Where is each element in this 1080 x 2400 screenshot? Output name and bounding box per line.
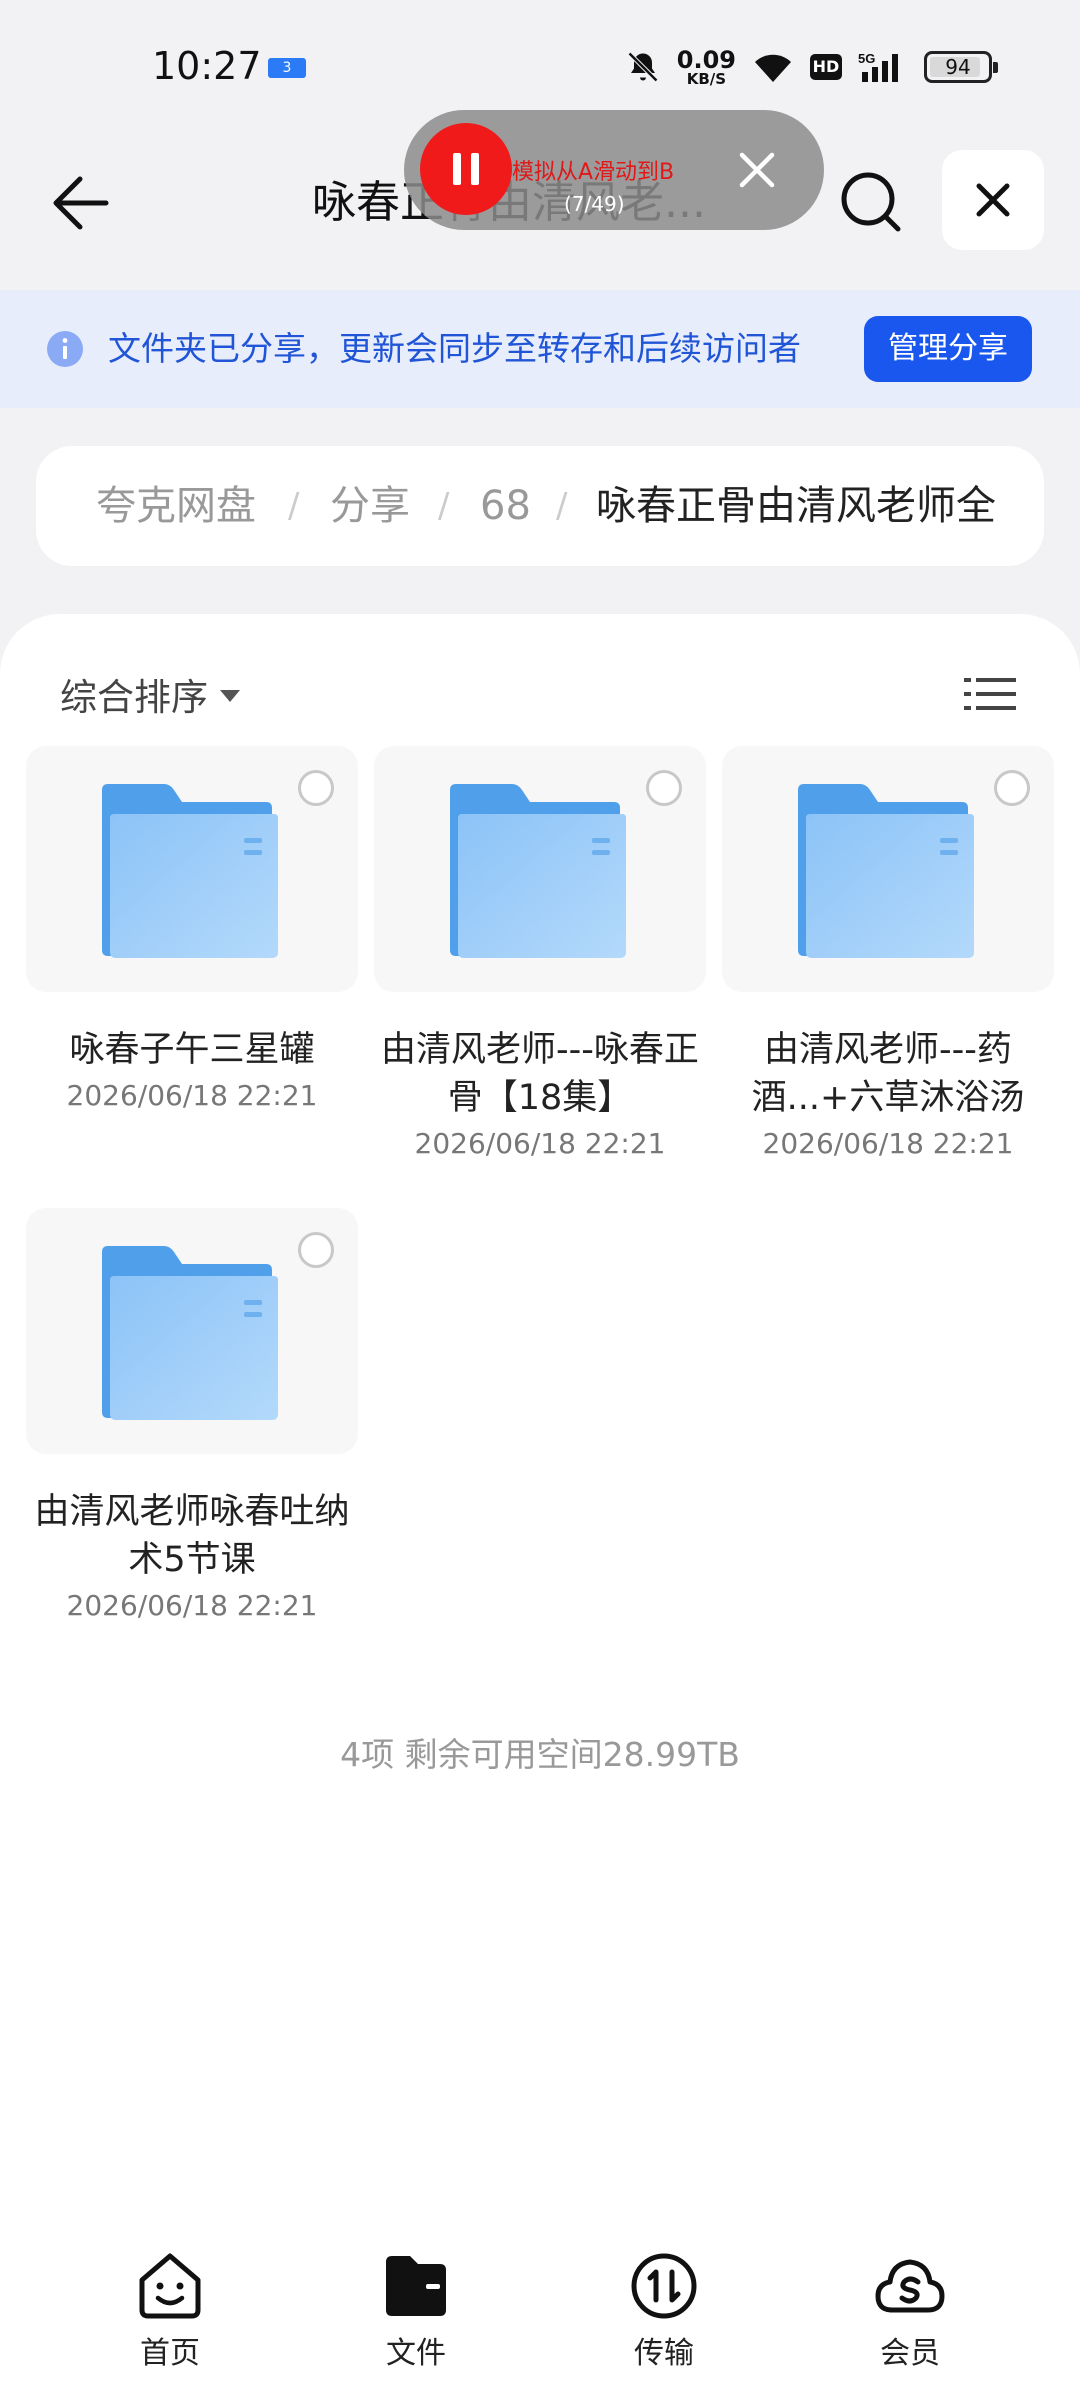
breadcrumb-item-share[interactable]: 分享 <box>330 446 410 566</box>
caret-down-icon <box>220 690 240 702</box>
share-banner: 文件夹已分享，更新会同步至转存和后续访问者 管理分享 <box>0 290 1080 408</box>
folder-card[interactable]: 咏春子午三星罐 2026/06/18 22:21 <box>26 746 358 1116</box>
folder-icon <box>386 2256 446 2316</box>
share-banner-text: 文件夹已分享，更新会同步至转存和后续访问者 <box>108 329 801 368</box>
folder-card[interactable]: 由清风老师咏春吐纳术5节课 2026/06/18 22:21 <box>26 1208 358 1626</box>
folder-thumbnail[interactable] <box>374 746 706 992</box>
folder-icon <box>102 784 278 958</box>
status-time: 10:27 <box>152 44 262 88</box>
close-button[interactable] <box>942 150 1044 250</box>
sort-dropdown[interactable]: 综合排序 <box>60 654 240 734</box>
recorder-close-button[interactable] <box>722 135 792 205</box>
file-name: 由清风老师---咏春正骨【18集】 <box>381 1030 699 1118</box>
select-radio[interactable] <box>994 770 1030 806</box>
storage-summary: 4项 剩余可用空间28.99TB <box>340 1735 740 1774</box>
status-indicators: 0.09 KB/S HD 5G 94 <box>625 40 998 94</box>
select-radio[interactable] <box>298 770 334 806</box>
folder-icon <box>798 784 974 958</box>
cloud-member-icon <box>875 2259 945 2313</box>
close-icon <box>976 183 1010 217</box>
nav-item-home[interactable]: 首页 <box>90 2248 250 2372</box>
nav-item-member[interactable]: 会员 <box>830 2248 990 2372</box>
search-icon <box>841 172 901 232</box>
folder-card[interactable]: 由清风老师---咏春正骨【18集】 2026/06/18 22:21 <box>374 746 706 1164</box>
hd-icon: HD <box>810 54 842 80</box>
breadcrumb-item-root[interactable]: 夸克网盘 <box>96 446 256 566</box>
close-icon <box>739 152 775 188</box>
file-date: 2026/06/18 22:21 <box>66 1589 318 1622</box>
mute-bell-icon <box>627 51 658 83</box>
breadcrumb-separator: / <box>556 486 568 526</box>
folder-thumbnail[interactable] <box>722 746 1054 992</box>
manage-share-button[interactable]: 管理分享 <box>864 316 1032 382</box>
network-speed: 0.09 KB/S <box>676 45 736 88</box>
file-name: 由清风老师---药酒...+六草沐浴汤 <box>751 1030 1025 1118</box>
breadcrumb-separator: / <box>438 486 450 526</box>
file-date: 2026/06/18 22:21 <box>66 1079 318 1112</box>
back-button[interactable] <box>46 168 116 238</box>
select-radio[interactable] <box>298 1232 334 1268</box>
bottom-nav: 首页 文件 传输 会员 <box>0 2220 1080 2400</box>
list-view-icon <box>964 678 1016 710</box>
pause-button[interactable] <box>420 123 512 215</box>
nav-item-files[interactable]: 文件 <box>336 2248 496 2372</box>
signal-label: 5G <box>858 51 875 66</box>
file-list-panel: 综合排序 咏春子午三星罐 2026/06/18 22:21 由清风老师---咏春… <box>0 614 1080 2400</box>
file-date: 2026/06/18 22:21 <box>414 1127 666 1160</box>
nav-label-home: 首页 <box>140 2336 200 2371</box>
recorder-status-text: 模拟从A滑动到B <box>512 160 675 185</box>
nav-label-transfer: 传输 <box>634 2336 694 2371</box>
nav-label-files: 文件 <box>386 2336 446 2371</box>
file-name: 咏春子午三星罐 <box>69 1030 315 1070</box>
arrow-left-icon <box>53 176 109 230</box>
list-view-toggle[interactable] <box>962 658 1020 730</box>
breadcrumb: 夸克网盘 / 分享 / 68 / 咏春正骨由清风老师全 <box>36 446 1044 566</box>
breadcrumb-separator: / <box>288 486 300 526</box>
folder-thumbnail[interactable] <box>26 1208 358 1454</box>
search-button[interactable] <box>834 165 910 241</box>
sort-label: 综合排序 <box>60 676 208 719</box>
nav-item-transfer[interactable]: 传输 <box>584 2248 744 2372</box>
pause-icon <box>453 153 461 185</box>
home-smile-icon <box>139 2253 201 2319</box>
file-name: 由清风老师咏春吐纳术5节课 <box>34 1492 350 1580</box>
breadcrumb-item-current: 咏春正骨由清风老师全 <box>596 483 996 529</box>
folder-card[interactable]: 由清风老师---药酒...+六草沐浴汤 2026/06/18 22:21 <box>722 746 1054 1164</box>
nav-label-member: 会员 <box>880 2336 940 2371</box>
folder-icon <box>102 1246 278 1420</box>
transfer-icon <box>631 2253 697 2319</box>
app-notification-icon: 3 <box>268 58 306 78</box>
folder-icon <box>450 784 626 958</box>
breadcrumb-item-68[interactable]: 68 <box>480 446 531 566</box>
info-icon <box>47 331 83 367</box>
folder-thumbnail[interactable] <box>26 746 358 992</box>
recorder-overlay[interactable]: 模拟从A滑动到B (7/49) <box>404 110 824 230</box>
battery-icon: 94 <box>924 51 998 83</box>
wifi-icon <box>755 54 791 82</box>
recorder-count: (7/49) <box>564 192 625 216</box>
file-date: 2026/06/18 22:21 <box>762 1127 1014 1160</box>
signal-icon: 5G <box>858 51 898 82</box>
select-radio[interactable] <box>646 770 682 806</box>
